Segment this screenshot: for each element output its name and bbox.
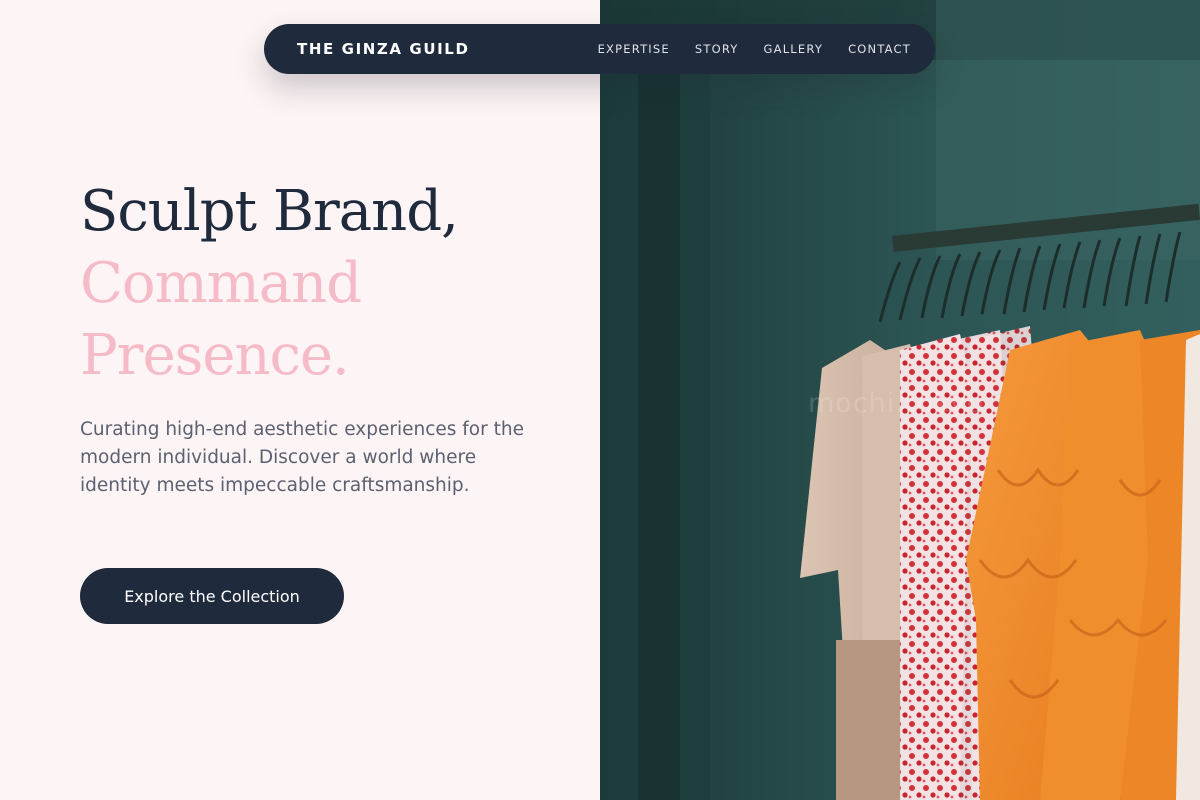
hero-title-line-2: Command: [80, 251, 362, 316]
nav-link-gallery[interactable]: GALLERY: [764, 42, 824, 56]
nav-link-story[interactable]: STORY: [695, 42, 739, 56]
nav-links: EXPERTISE STORY GALLERY CONTACT: [598, 42, 911, 56]
hero-title: Sculpt Brand, Command Presence.: [80, 176, 459, 392]
brand-logo-text[interactable]: THE GINZA GUILD: [297, 40, 470, 58]
top-navbar: THE GINZA GUILD EXPERTISE STORY GALLERY …: [264, 24, 935, 74]
nav-link-expertise[interactable]: EXPERTISE: [598, 42, 670, 56]
hero-title-line-1: Sculpt Brand,: [80, 179, 459, 244]
hero-left-panel: [0, 0, 600, 800]
hero-description: Curating high-end aesthetic experiences …: [80, 419, 524, 496]
hero-title-line-3: Presence.: [80, 323, 350, 388]
image-watermark: mochi.tokyo: [808, 388, 985, 419]
explore-collection-button[interactable]: Explore the Collection: [80, 568, 344, 624]
nav-link-contact[interactable]: CONTACT: [848, 42, 911, 56]
